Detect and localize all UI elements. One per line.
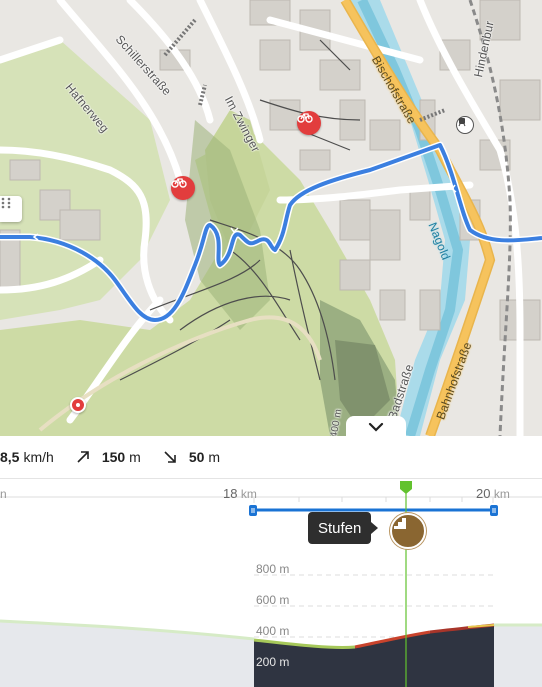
uphill-value: 150 (101, 449, 126, 465)
axis-18-value: 18 (223, 486, 238, 501)
axis-label-left-unit: n (0, 487, 7, 501)
axis-label-20km: 20 km (476, 486, 510, 501)
stairs-marker-button[interactable] (390, 513, 426, 549)
collapse-panel-button[interactable] (346, 416, 406, 440)
map-view[interactable]: Schillerstraße Hafnerweg Im Zwinger Bisc… (0, 0, 542, 436)
tour-stats-bar: 8,5 km/h 150 m 50 m (0, 436, 542, 478)
elevation-profile[interactable]: n 18 km 20 km 800 m 600 m 400 m 200 m St… (0, 478, 542, 687)
axis-20-value: 20 (476, 486, 491, 501)
downhill-stat: 50 m (163, 449, 220, 465)
axis-18-unit: km (240, 487, 257, 501)
grid-menu-icon[interactable] (0, 196, 22, 222)
arrow-up-right-icon (76, 450, 90, 464)
train-station-icon[interactable] (456, 116, 474, 134)
axis-label-18km: 18 km (223, 486, 257, 501)
uphill-unit: m (129, 449, 141, 465)
alt-label-200: 200 m (256, 655, 290, 669)
bike-shop-icon[interactable] (171, 176, 195, 200)
speed-value: 8,5 (0, 449, 20, 465)
chevron-down-icon (368, 419, 384, 437)
uphill-stat: 150 m (76, 449, 141, 465)
location-pin-icon[interactable] (70, 397, 86, 413)
speed-unit: km/h (23, 449, 54, 465)
speed-stat: 8,5 km/h (0, 449, 54, 465)
axis-20-unit: km (493, 487, 510, 501)
stairs-tooltip: Stufen (308, 512, 379, 544)
arrow-down-right-icon (163, 450, 177, 464)
alt-label-400: 400 m (256, 624, 290, 638)
downhill-unit: m (208, 449, 221, 465)
bike-shop-icon[interactable] (297, 111, 321, 135)
alt-label-600: 600 m (256, 593, 290, 607)
downhill-value: 50 (188, 449, 205, 465)
alt-label-800: 800 m (256, 562, 290, 576)
